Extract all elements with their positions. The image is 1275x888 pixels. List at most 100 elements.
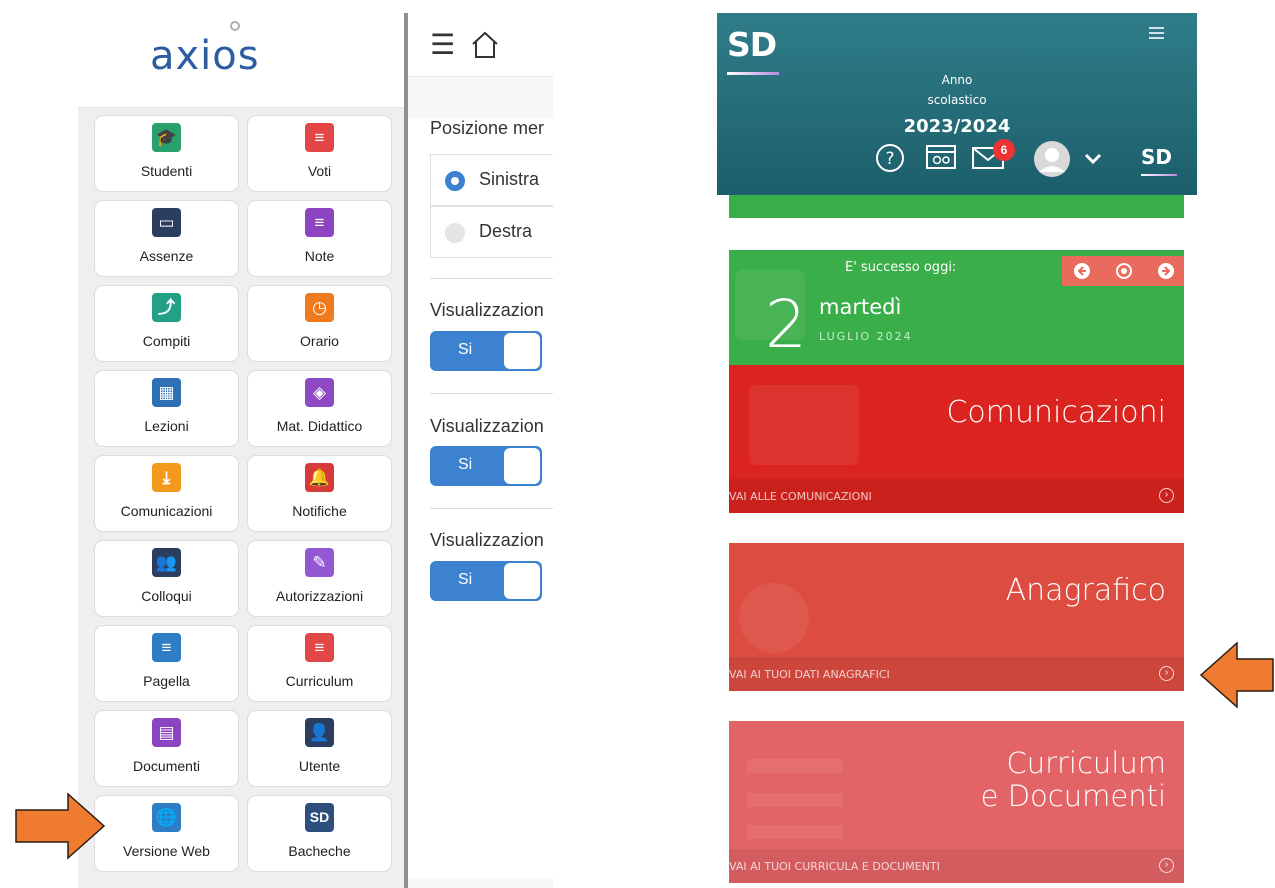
comunicazioni-icon: ⤓ [152,463,181,492]
orario-icon: ◷ [305,293,334,322]
school-year[interactable]: 2023/2024 [717,116,1197,137]
sidebar: axios 🎓 Studenti ≡ Voti ▭ Assenze ≡ Note ⤴ Compit… [78,13,404,888]
arrow-circle-icon: › [1159,666,1174,681]
arrow-circle-icon: › [1159,488,1174,503]
visualizzazione-title-2: Visualizzazion [430,416,544,436]
arrow-left-icon [1199,641,1274,709]
tile-pagella[interactable]: ≡ Pagella [94,625,239,702]
megaphone-bg-icon [749,385,859,465]
today-dot-icon[interactable] [1116,263,1132,279]
tile-comunicazioni[interactable]: ⤓ Comunicazioni [94,455,239,532]
tile-label: Voti [307,163,332,179]
divider [430,508,553,509]
tile-notifiche[interactable]: 🔔 Notifiche [247,455,392,532]
today-nav [1062,256,1184,286]
mat-didattico-icon: ◈ [305,378,334,407]
day-name: martedì [819,295,902,319]
autorizzazioni-icon: ✎ [305,548,334,577]
curriculum-footer[interactable]: VAI AI TUOI CURRICULA E DOCUMENTI › [729,849,1184,883]
anagrafico-title: Anagrafico [1005,573,1166,608]
chevron-down-icon[interactable] [1083,149,1103,169]
tile-label: Mat. Didattico [276,418,363,434]
divider [430,393,553,394]
voti-icon: ≡ [305,123,334,152]
radio-destra[interactable]: Destra [430,206,553,258]
tile-versione-web[interactable]: 🌐 Versione Web [94,795,239,872]
anagrafico-card[interactable]: Anagrafico VAI AI TUOI DATI ANAGRAFICI › [729,543,1184,691]
tile-autorizzazioni[interactable]: ✎ Autorizzazioni [247,540,392,617]
assenze-icon: ▭ [152,208,181,237]
tile-assenze[interactable]: ▭ Assenze [94,200,239,277]
tile-utente[interactable]: 👤 Utente [247,710,392,787]
school-year-label-1: Anno [941,73,973,87]
tile-label: Compiti [142,333,191,349]
tile-bacheche[interactable]: SD Bacheche [247,795,392,872]
sd-header: SD Anno scolastico 2023/2024 ? 6 SD [717,13,1197,195]
tile-documenti[interactable]: ▤ Documenti [94,710,239,787]
menu-position-title: Posizione mer [430,118,545,138]
sd-logo: SD [727,25,777,64]
curriculum-link[interactable]: VAI AI TUOI CURRICULA E DOCUMENTI [729,860,940,873]
toggle-knob [504,563,540,599]
tile-mat-didattico[interactable]: ◈ Mat. Didattico [247,370,392,447]
anagrafico-link[interactable]: VAI AI TUOI DATI ANAGRAFICI [729,668,890,681]
arrow-circle-icon: › [1159,858,1174,873]
curriculum-title-line-2: e Documenti [980,779,1166,813]
menu-icon[interactable]: ☰ [430,31,455,59]
tile-label: Comunicazioni [120,503,213,519]
comunicazioni-card[interactable]: Comunicazioni VAI ALLE COMUNICAZIONI › [729,365,1184,513]
messages-badge: 6 [993,139,1015,161]
radio-unselected-icon [445,223,465,243]
logo-area: axios [78,13,404,108]
settings-window-icon[interactable] [925,143,957,171]
radio-sinistra-label: Sinistra [479,169,540,189]
home-icon[interactable] [470,31,500,59]
day-number: 2 [765,286,807,363]
radio-selected-icon [445,171,465,191]
versione-web-icon: 🌐 [152,803,181,832]
tile-colloqui[interactable]: 👥 Colloqui [94,540,239,617]
axios-logo: axios [150,21,260,79]
curriculum-icon: ≡ [305,633,334,662]
divider [430,278,553,279]
comunicazioni-footer[interactable]: VAI ALLE COMUNICAZIONI › [729,479,1184,513]
prev-arrow-icon[interactable] [1074,263,1090,279]
tile-label: Utente [298,758,341,774]
toggle-3[interactable]: Si [430,561,542,601]
tile-curriculum[interactable]: ≡ Curriculum [247,625,392,702]
tile-note[interactable]: ≡ Note [247,200,392,277]
help-icon[interactable]: ? [875,143,905,173]
settings-pane: Posizione mer Sinistra Destra Visualizza… [408,78,553,888]
toggle-label: Si [458,571,473,588]
tile-voti[interactable]: ≡ Voti [247,115,392,192]
sd-small-logo: SD [1141,145,1173,169]
tile-compiti[interactable]: ⤴ Compiti [94,285,239,362]
avatar[interactable] [1033,140,1071,178]
tile-studenti[interactable]: 🎓 Studenti [94,115,239,192]
document-bg-line [747,759,843,773]
radio-sinistra[interactable]: Sinistra [430,154,553,206]
toggle-2[interactable]: Si [430,446,542,486]
next-arrow-icon[interactable] [1158,263,1174,279]
tile-orario[interactable]: ◷ Orario [247,285,392,362]
curriculum-title: Curriculum e Documenti [981,747,1166,813]
header-icons: ? 6 SD [875,139,1195,183]
toggle-knob [504,448,540,484]
tile-label: Colloqui [141,588,192,604]
hamburger-menu-icon[interactable] [1149,27,1164,42]
toggle-1[interactable]: Si [430,331,542,371]
curriculum-card[interactable]: Curriculum e Documenti VAI AI TUOI CURRI… [729,721,1184,883]
svg-text:?: ? [885,149,894,169]
notifiche-icon: 🔔 [305,463,334,492]
tile-lezioni[interactable]: ▦ Lezioni [94,370,239,447]
small-logo-underline [1141,174,1177,176]
settings-panel: Posizione mer Sinistra Destra Visualizza… [408,118,553,878]
studenti-icon: 🎓 [152,123,181,152]
comunicazioni-title: Comunicazioni [946,395,1166,430]
comunicazioni-link[interactable]: VAI ALLE COMUNICAZIONI [729,490,872,503]
user-bg-icon [739,583,809,653]
tile-label: Lezioni [144,418,189,434]
anagrafico-footer[interactable]: VAI AI TUOI DATI ANAGRAFICI › [729,657,1184,691]
tile-label: Pagella [143,673,190,689]
document-bg-line [747,793,843,807]
